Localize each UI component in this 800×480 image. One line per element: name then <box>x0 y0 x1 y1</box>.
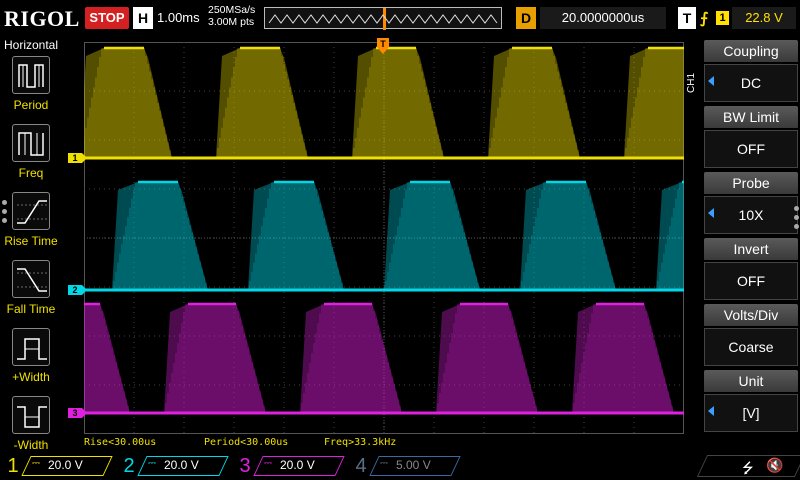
menu-bw-limit-title: BW Limit <box>704 106 798 128</box>
waveform-display[interactable] <box>84 42 684 434</box>
measure-negative-width-label: -Width <box>13 438 49 452</box>
channel-2-scale: 20.0 V <box>164 458 199 472</box>
menu-probe[interactable]: Probe 10X <box>704 172 798 234</box>
menu-invert[interactable]: Invert OFF <box>704 238 798 300</box>
channel-3-scale: 20.0 V <box>280 458 315 472</box>
horizontal-badge: H <box>133 7 153 29</box>
usb-icon: ⭍ <box>742 460 754 476</box>
ch3-envelope <box>436 304 538 413</box>
measure-frequency[interactable]: Freq <box>0 124 62 190</box>
menu-probe-value: 10X <box>704 196 798 234</box>
acquisition-info: 250MSa/s 3.00M pts <box>208 4 255 28</box>
ch3-envelope <box>164 304 266 413</box>
channel-settings-menu: Coupling DC BW Limit OFF Probe 10X Inver… <box>704 40 800 440</box>
menu-volts-div-title: Volts/Div <box>704 304 798 326</box>
frequency-icon <box>12 124 50 162</box>
measure-positive-width-label: +Width <box>12 370 50 384</box>
menu-scroll-dots <box>794 206 800 233</box>
memory-overview-waveform <box>268 8 498 30</box>
ch3-ground-marker[interactable]: 3 <box>68 408 87 418</box>
measure-rise-time[interactable]: Rise Time <box>0 192 62 258</box>
measure-positive-width[interactable]: +Width <box>0 328 62 394</box>
dc-coupling-icon: ⎓ <box>264 458 272 469</box>
channel-3-status[interactable]: 3 ⎓ 20.0 V <box>232 454 348 478</box>
brand-logo: RIGOL <box>4 6 80 31</box>
channel-status-bar: 1 ⎓ 20.0 V 2 ⎓ 20.0 V 3 ⎓ 20.0 V 4 ⎓ 5.0… <box>0 452 800 480</box>
rising-edge-icon: ⨍ <box>700 10 709 27</box>
measure-fall-time-label: Fall Time <box>6 302 56 316</box>
ch2-ground-marker[interactable]: 2 <box>68 285 87 295</box>
trigger-source: 1 <box>716 11 729 25</box>
measure-fall-time[interactable]: Fall Time <box>0 260 62 326</box>
menu-bw-limit[interactable]: BW Limit OFF <box>704 106 798 168</box>
menu-invert-value: OFF <box>704 262 798 300</box>
menu-unit-value: [V] <box>704 394 798 432</box>
measure-period-label: Period <box>13 98 49 112</box>
channel-4-scale: 5.00 V <box>396 458 431 472</box>
fall-time-icon <box>12 260 50 298</box>
period-icon <box>12 56 50 94</box>
measurement-sidebar: Horizontal Period Freq Rise Time Fall Ti… <box>0 36 62 452</box>
measure-period[interactable]: Period <box>0 56 62 122</box>
rise-time-icon <box>12 192 50 230</box>
dc-coupling-icon: ⎓ <box>32 458 40 469</box>
measurement-period: Period<30.00us <box>204 437 289 448</box>
channel-4-status[interactable]: 4 ⎓ 5.00 V <box>348 454 464 478</box>
menu-volts-div-value: Coarse <box>704 328 798 366</box>
menu-coupling[interactable]: Coupling DC <box>704 40 798 102</box>
ch1-ground-marker[interactable]: 1 <box>68 153 87 163</box>
speaker-muted-icon[interactable]: 🔇 <box>766 457 783 474</box>
horizontal-delay-value[interactable]: 20.0000000us <box>540 7 666 29</box>
menu-coupling-title: Coupling <box>704 40 798 62</box>
ch3-envelope <box>300 304 402 413</box>
trigger-badge: T <box>678 7 696 29</box>
measurement-rise: Rise<30.00us <box>84 437 157 448</box>
negative-width-icon <box>12 396 50 434</box>
measurement-category-title[interactable]: Horizontal <box>0 38 62 52</box>
channel-2-status[interactable]: 2 ⎓ 20.0 V <box>116 454 232 478</box>
menu-invert-title: Invert <box>704 238 798 260</box>
menu-bw-limit-value: OFF <box>704 130 798 168</box>
dc-coupling-icon: ⎓ <box>148 458 156 469</box>
top-status-bar: RIGOL STOP H 1.00ms 250MSa/s 3.00M pts D… <box>0 0 800 36</box>
menu-probe-title: Probe <box>704 172 798 194</box>
timebase-value[interactable]: 1.00ms <box>157 10 200 25</box>
menu-unit[interactable]: Unit [V] <box>704 370 798 432</box>
ch3-envelope <box>572 304 674 413</box>
dc-coupling-icon: ⎓ <box>380 458 388 469</box>
ch3-envelope <box>84 304 130 413</box>
waveform-canvas <box>84 42 684 434</box>
menu-volts-div[interactable]: Volts/Div Coarse <box>704 304 798 366</box>
trigger-level-value[interactable]: 22.8 V <box>732 7 796 29</box>
channel-1-scale: 20.0 V <box>48 458 83 472</box>
memory-depth: 3.00M pts <box>208 16 255 28</box>
menu-unit-title: Unit <box>704 370 798 392</box>
trigger-position-marker[interactable]: T <box>377 38 389 54</box>
measure-rise-time-label: Rise Time <box>4 234 58 248</box>
svg-text:T: T <box>380 39 386 49</box>
arrow-left-icon <box>708 406 714 416</box>
measurement-frequency: Freq>33.3kHz <box>324 437 397 448</box>
channel-1-status[interactable]: 1 ⎓ 20.0 V <box>0 454 116 478</box>
channel-menu-tab: CH1 <box>686 73 697 94</box>
measure-frequency-label: Freq <box>18 166 44 180</box>
run-stop-indicator[interactable]: STOP <box>85 7 129 29</box>
menu-coupling-value: DC <box>704 64 798 102</box>
memory-overview-strip <box>264 7 502 30</box>
delay-badge: D <box>516 7 536 29</box>
positive-width-icon <box>12 328 50 366</box>
arrow-left-icon <box>708 76 714 86</box>
sample-rate: 250MSa/s <box>208 4 256 16</box>
arrow-left-icon <box>708 208 714 218</box>
